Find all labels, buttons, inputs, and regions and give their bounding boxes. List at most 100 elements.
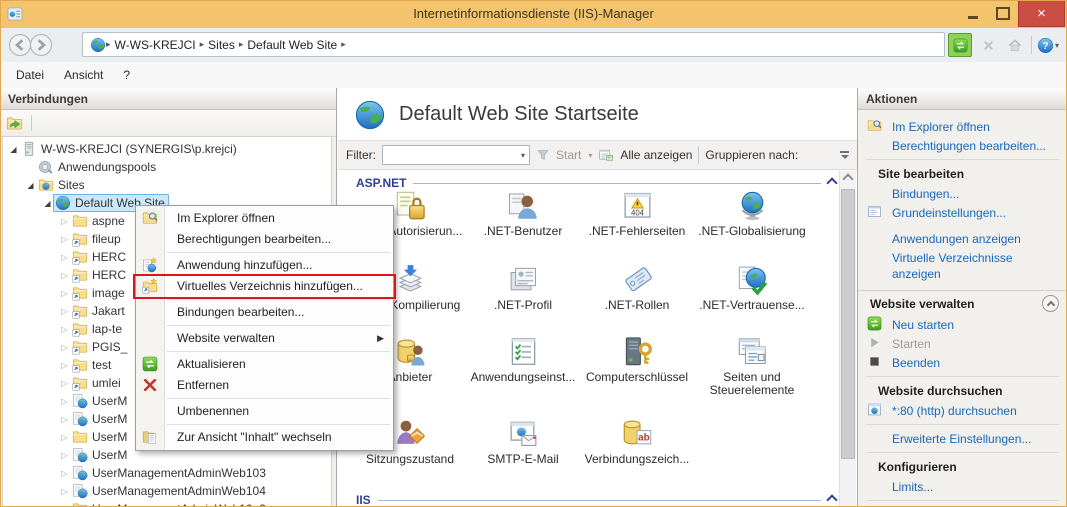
refresh-button[interactable] (948, 33, 972, 57)
tree-item-usermangementadminweb10-3[interactable]: ▷UserMangementAdminWeb10_3 (3, 500, 331, 507)
menu-datei[interactable]: Datei (6, 63, 54, 88)
tree-node[interactable]: image (70, 284, 129, 302)
tree-node[interactable]: UserM (70, 428, 131, 446)
action-neu-starten[interactable]: Neu starten (858, 315, 1067, 334)
feature-seiten-und-steuerelemente[interactable]: Seiten und Steuerelemente (696, 335, 808, 397)
tree-expand-icon[interactable]: ▷ (59, 469, 70, 478)
feature-net-vertrauense[interactable]: .NET-Vertrauense... (696, 263, 808, 312)
tree-expand-icon[interactable]: ▷ (59, 289, 70, 298)
context-menu-item-website-verwalten[interactable]: Website verwalten ▶ (136, 328, 393, 349)
context-menu-item-entfernen[interactable]: Entfernen (136, 375, 393, 396)
feature-computerschl-ssel[interactable]: Computerschlüssel (581, 335, 693, 384)
action-virtuelle-verzeichnisse-anzeigen[interactable]: Virtuelle Verzeichnisse anzeigen (858, 248, 1067, 284)
tree-node[interactable]: Sites (36, 176, 89, 194)
tree-expand-icon[interactable]: ▷ (59, 433, 70, 442)
filter-input[interactable]: ▾ (382, 145, 530, 165)
feature-smtp-e-mail[interactable]: SMTP-E-Mail (467, 417, 579, 466)
action-80-http-durchsuchen[interactable]: *:80 (http) durchsuchen (858, 401, 1067, 420)
tree-node[interactable]: fileup (70, 230, 125, 248)
tree-expand-icon[interactable]: ◢ (8, 145, 19, 154)
tree-node[interactable]: Jakart (70, 302, 129, 320)
action-im-explorer-ffnen[interactable]: Im Explorer öffnen (858, 117, 1067, 136)
context-menu-item-bindungen-bearbeiten[interactable]: Bindungen bearbeiten... (136, 302, 393, 323)
home-button[interactable] (1004, 34, 1026, 56)
filter-start-dropdown[interactable]: ▾ (588, 151, 592, 160)
filter-start-button[interactable]: Start (556, 148, 581, 162)
context-menu-item-im-explorer-ffnen[interactable]: Im Explorer öffnen (136, 208, 393, 229)
menu-ansicht[interactable]: Ansicht (54, 63, 113, 88)
action-anwendungen-anzeigen[interactable]: Anwendungen anzeigen (858, 229, 1067, 248)
tree-expand-icon[interactable]: ▷ (59, 325, 70, 334)
show-all-button[interactable]: Alle anzeigen (620, 148, 692, 162)
stop-button[interactable] (977, 34, 999, 56)
feature-verbindungszeich[interactable]: Verbindungszeich... (581, 417, 693, 466)
breadcrumb-item-default-web-site[interactable]: Default Web Site (247, 38, 337, 52)
minimize-button[interactable] (958, 1, 988, 25)
feature-anwendungseinst[interactable]: Anwendungseinst... (467, 335, 579, 384)
maximize-button[interactable] (988, 1, 1018, 25)
scroll-up-icon[interactable] (840, 171, 856, 186)
tree-expand-icon[interactable]: ▷ (59, 235, 70, 244)
feature-net-fehlerseiten[interactable]: .NET-Fehlerseiten (581, 189, 693, 238)
action-beenden[interactable]: Beenden (858, 353, 1067, 372)
help-button[interactable]: ▾ (1037, 34, 1059, 56)
tree-node[interactable]: Anwendungspools (36, 158, 160, 176)
create-connection-icon[interactable] (6, 115, 23, 132)
tree-node[interactable]: umlei (70, 374, 125, 392)
tree-expand-icon[interactable]: ◢ (25, 181, 36, 190)
breadcrumb[interactable]: ▸ W-WS-KREJCI ▸ Sites ▸ Default Web Site ▸ (82, 32, 945, 57)
tree-expand-icon[interactable]: ▷ (59, 415, 70, 424)
breadcrumb-item-sites[interactable]: Sites (208, 38, 235, 52)
action-limits[interactable]: Limits... (858, 477, 1067, 496)
tree-node[interactable]: UserMangementAdminWeb10_3 (70, 500, 270, 507)
tree-expand-icon[interactable]: ▷ (59, 307, 70, 316)
forward-button[interactable] (29, 33, 53, 57)
tree-expand-icon[interactable]: ▷ (59, 487, 70, 496)
view-split-button[interactable] (840, 151, 849, 159)
tree-item-w-ws-krejci-synergis-p-krejci[interactable]: ◢ W-WS-KREJCI (SYNERGIS\p.krejci) (3, 140, 331, 158)
action-bindungen[interactable]: Bindungen... (858, 184, 1067, 203)
feature-net-globalisierung[interactable]: .NET-Globalisierung (696, 189, 808, 238)
tree-node[interactable]: W-WS-KREJCI (SYNERGIS\p.krejci) (19, 140, 241, 158)
tree-node[interactable]: HERC (70, 248, 130, 266)
tree-expand-icon[interactable]: ◢ (42, 199, 53, 208)
collapse-iis-icon[interactable] (826, 494, 838, 506)
tree-node[interactable]: aspne (70, 212, 129, 230)
tree-node[interactable]: UserM (70, 392, 131, 410)
context-menu-item-aktualisieren[interactable]: Aktualisieren (136, 354, 393, 375)
scrollbar-thumb[interactable] (841, 189, 855, 459)
tree-node[interactable]: HERC (70, 266, 130, 284)
tree-node[interactable]: PGIS_ (70, 338, 131, 356)
menu-[interactable]: ? (113, 63, 140, 88)
action-berechtigungen-bearbeiten[interactable]: Berechtigungen bearbeiten... (858, 136, 1067, 155)
tree-item-sites[interactable]: ◢ Sites (3, 176, 331, 194)
collapse-section-button[interactable] (1042, 295, 1059, 312)
tree-expand-icon[interactable]: ▷ (59, 343, 70, 352)
context-menu-item-umbenennen[interactable]: Umbenennen (136, 401, 393, 422)
tree-item-anwendungspools[interactable]: Anwendungspools (3, 158, 331, 176)
feature-net-benutzer[interactable]: .NET-Benutzer (467, 189, 579, 238)
context-menu-item-anwendung-hinzuf-gen[interactable]: Anwendung hinzufügen... (136, 255, 393, 276)
action-grundeinstellungen[interactable]: Grundeinstellungen... (858, 203, 1067, 222)
breadcrumb-item-w-ws-krejci[interactable]: W-WS-KREJCI (115, 38, 196, 52)
close-button[interactable]: × (1018, 0, 1065, 27)
context-menu-item-zur-ansicht-inhalt-wechseln[interactable]: Zur Ansicht "Inhalt" wechseln (136, 427, 393, 448)
content-scrollbar[interactable] (839, 171, 856, 507)
tree-item-usermanagementadminweb104[interactable]: ▷ UserManagementAdminWeb104 (3, 482, 331, 500)
context-menu-item-virtuelles-verzeichnis-hinzuf-ge[interactable]: Virtuelles Verzeichnis hinzufügen... (133, 274, 396, 299)
tree-node[interactable]: test (70, 356, 115, 374)
tree-expand-icon[interactable]: ▷ (59, 253, 70, 262)
tree-node[interactable]: lap-te (70, 320, 126, 338)
tree-node[interactable]: UserManagementAdminWeb103 (70, 464, 270, 482)
tree-node[interactable]: UserManagementAdminWeb104 (70, 482, 270, 500)
tree-expand-icon[interactable]: ▷ (59, 379, 70, 388)
tree-node[interactable]: UserM (70, 410, 131, 428)
tree-node[interactable]: UserM (70, 446, 131, 464)
tree-expand-icon[interactable]: ▷ (59, 271, 70, 280)
feature-net-rollen[interactable]: .NET-Rollen (581, 263, 693, 312)
tree-expand-icon[interactable]: ▷ (59, 217, 70, 226)
context-menu-item-berechtigungen-bearbeiten[interactable]: Berechtigungen bearbeiten... (136, 229, 393, 250)
tree-expand-icon[interactable]: ▷ (59, 451, 70, 460)
collapse-aspnet-icon[interactable] (826, 177, 838, 189)
tree-expand-icon[interactable]: ▷ (59, 361, 70, 370)
